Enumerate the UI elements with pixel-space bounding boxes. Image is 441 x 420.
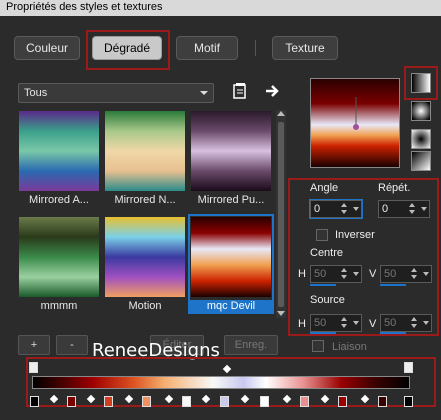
source-v-stepper[interactable] (411, 316, 419, 330)
center-h-stepper[interactable] (341, 267, 349, 281)
gradient-swatch (105, 217, 185, 297)
gradient-label: Motion (128, 300, 162, 312)
gradient-swatch (105, 111, 185, 191)
color-stop-marker[interactable] (220, 396, 229, 407)
angle-dropdown-icon[interactable] (353, 207, 359, 211)
center-h-label: H (298, 268, 306, 280)
linear-style-button[interactable] (411, 73, 431, 93)
center-h-value: 50 (314, 268, 327, 280)
category-selected: Tous (24, 87, 48, 99)
highlight-frame-tab (86, 30, 170, 70)
source-h-value: 50 (314, 317, 327, 329)
angle-stepper[interactable] (341, 202, 349, 216)
center-v-label: V (369, 268, 377, 280)
color-stop-marker[interactable] (182, 396, 191, 407)
chevron-down-icon (200, 91, 208, 95)
gradient-grid: Mirrored A... Mirrored N... Mirrored Pu.… (18, 110, 274, 318)
color-stop-marker[interactable] (142, 396, 151, 407)
scroll-down-icon[interactable] (277, 311, 285, 316)
color-stop-marker[interactable] (338, 396, 347, 407)
radial-style-button[interactable] (411, 129, 431, 149)
color-stop-marker[interactable] (404, 396, 413, 407)
gradient-label: mmmm (40, 300, 78, 312)
center-v-value: 50 (384, 268, 397, 280)
gradient-scrollbar[interactable] (276, 110, 286, 318)
source-v-dropdown-icon[interactable] (423, 321, 429, 325)
gradient-swatch (19, 217, 99, 297)
source-h-bar (310, 332, 336, 334)
invert-checkbox[interactable] (316, 229, 328, 241)
tab-couleur[interactable]: Couleur (14, 36, 80, 60)
gradient-item[interactable]: Motion (104, 216, 186, 312)
gradient-label: Mirrored N... (114, 194, 176, 206)
sunburst-style-button[interactable] (411, 151, 431, 171)
invert-label: Inverser (335, 229, 375, 241)
center-v-bar (380, 284, 406, 286)
scroll-up-icon[interactable] (277, 111, 285, 116)
color-stop-marker[interactable] (378, 396, 387, 407)
angle-value: 0 (314, 203, 321, 215)
center-h-input[interactable]: 50 (310, 265, 362, 283)
color-stop-marker[interactable] (67, 396, 76, 407)
color-stop-marker[interactable] (260, 396, 269, 407)
source-label: Source (310, 294, 345, 306)
center-h-bar (310, 284, 336, 286)
color-stop-marker[interactable] (300, 396, 309, 407)
center-v-dropdown-icon[interactable] (423, 272, 429, 276)
gradient-label: mqc Devil (190, 300, 272, 312)
link-checkbox[interactable] (312, 340, 324, 352)
source-v-input[interactable]: 50 (380, 314, 432, 332)
add-gradient-button[interactable]: + (18, 335, 50, 355)
repeat-dropdown-icon[interactable] (421, 207, 427, 211)
source-v-value: 50 (384, 317, 397, 329)
angle-label: Angle (310, 182, 339, 194)
gradient-preview[interactable] (310, 78, 400, 168)
gradient-editor-bar[interactable] (32, 376, 410, 389)
center-h-dropdown-icon[interactable] (353, 272, 359, 276)
gradient-swatch (19, 111, 99, 191)
link-label: Liaison (332, 341, 367, 353)
gradient-swatch (191, 111, 271, 191)
gradient-label: Mirrored A... (29, 194, 89, 206)
tab-motif[interactable]: Motif (176, 36, 238, 60)
center-v-input[interactable]: 50 (380, 265, 432, 283)
source-h-input[interactable]: 50 (310, 314, 362, 332)
window-title: Propriétés des styles et textures (0, 0, 441, 16)
source-h-stepper[interactable] (341, 316, 349, 330)
source-h-label: H (298, 318, 306, 330)
repeat-value: 0 (382, 203, 389, 215)
resources-icon[interactable] (232, 82, 248, 100)
gradient-item-selected[interactable]: mqc Devil (188, 214, 274, 314)
opacity-marker-right[interactable] (404, 362, 413, 373)
source-v-bar (380, 332, 406, 334)
scroll-thumb[interactable] (278, 122, 284, 307)
tab-separator (255, 40, 256, 56)
arrow-right-icon[interactable] (264, 82, 282, 100)
save-gradient-button[interactable]: Enreg. (224, 335, 278, 355)
gradient-item[interactable]: Mirrored Pu... (190, 110, 272, 206)
color-stop-marker[interactable] (30, 396, 39, 407)
tab-texture[interactable]: Texture (272, 36, 338, 60)
gradient-swatch (191, 217, 271, 297)
source-h-dropdown-icon[interactable] (353, 321, 359, 325)
color-stop-marker[interactable] (104, 396, 113, 407)
gradient-label: Mirrored Pu... (197, 194, 265, 206)
category-dropdown[interactable]: Tous (18, 83, 214, 103)
remove-gradient-button[interactable]: - (56, 335, 88, 355)
repeat-stepper[interactable] (409, 202, 417, 216)
center-label: Centre (310, 247, 344, 259)
gradient-item[interactable]: mmmm (18, 216, 100, 312)
angle-input[interactable]: 0 (309, 199, 363, 219)
repeat-input[interactable]: 0 (378, 200, 430, 218)
source-v-label: V (369, 318, 377, 330)
gradient-item[interactable]: Mirrored A... (18, 110, 100, 206)
rectangular-style-button[interactable] (411, 101, 431, 121)
center-v-stepper[interactable] (411, 267, 419, 281)
gradient-item[interactable]: Mirrored N... (104, 110, 186, 206)
repeat-label: Répét. (378, 182, 411, 194)
opacity-marker-left[interactable] (29, 362, 38, 373)
